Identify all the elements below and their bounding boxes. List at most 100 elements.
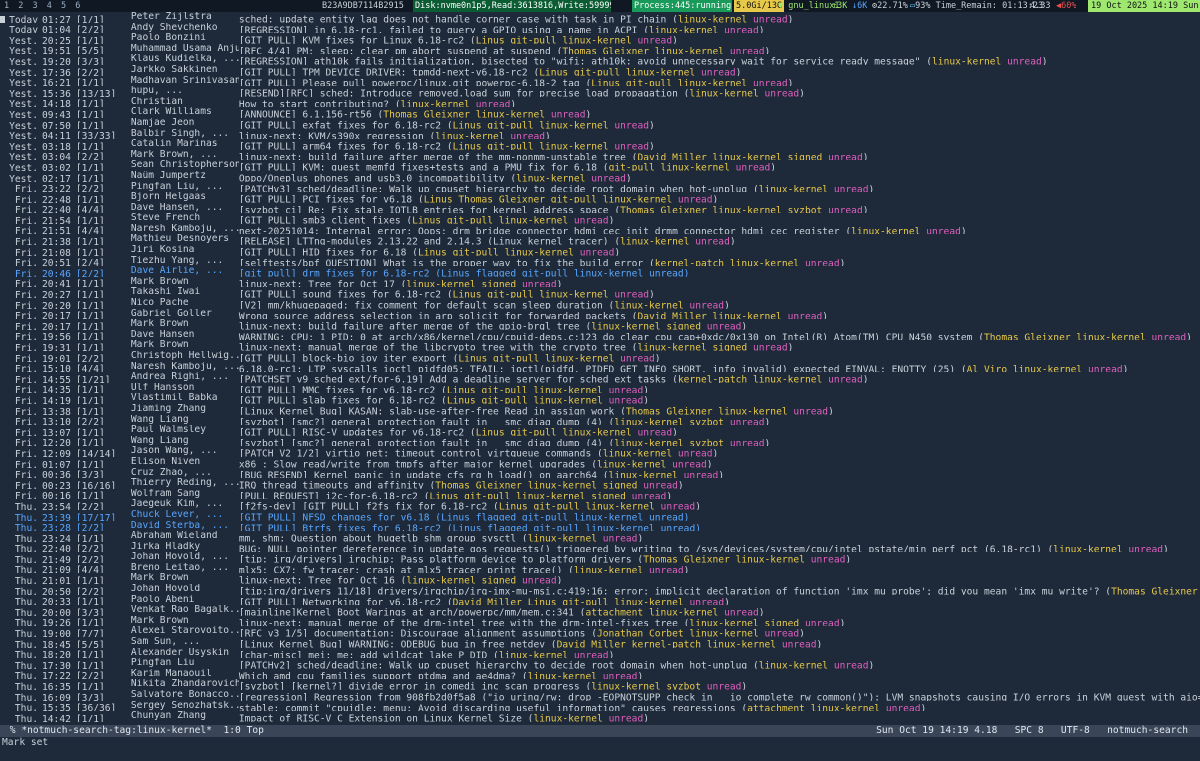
thread-row[interactable]: Yest. 15:36 [13/13] hupu, ... [RESEND][RFC] …: [0, 86, 1200, 97]
thread-subject: [GIT PULL] TPM DEVICE DRIVER: tpmdd-next…: [238, 67, 540, 76]
thread-row[interactable]: Yest. 03:18 [1/1] Catalin Marinas [GIT PULL]…: [0, 139, 1200, 150]
thread-row[interactable]: Yest. 17:36 [2/2] Jarkko Sakkinen [GIT PULL]…: [0, 65, 1200, 76]
thread-date: Thu.: [14, 512, 38, 521]
thread-row[interactable]: Fri. 00:23 [16/16] Thierry Reding, ...IRQ t…: [0, 478, 1200, 489]
thread-count: [5/5]: [75, 46, 105, 55]
thread-row[interactable]: Fri. 01:07 [1/1] Elison Niven x86 : Slow rea…: [0, 457, 1200, 468]
thread-row[interactable]: Thu. 22:40 [2/2] Jirka Hladky BUG: NULL poin…: [0, 542, 1200, 553]
thread-row[interactable]: Thu. 23:24 [1/1] Abraham Wieland mm, shm: Qu…: [0, 531, 1200, 542]
thread-row[interactable]: Yest. 19:51 [5/5] Muhammad Usama Anjum[RFC …: [0, 44, 1200, 55]
thread-row[interactable]: Yest. 03:02 [1/1] Sean Christopherson[GIT P…: [0, 160, 1200, 171]
thread-subject: [GIT PULL] PCI fixes for v6.18 (: [238, 194, 424, 203]
thread-tags-close: ): [735, 67, 742, 76]
thread-time: 21:08: [42, 247, 71, 256]
workspace-6[interactable]: 6: [73, 0, 82, 12]
thread-row[interactable]: Thu. 17:22 [2/2] Karim Manaouil Which amd cp…: [0, 669, 1200, 680]
thread-row[interactable]: Fri. 22:40 [4/4] Dave Hansen, ... [syzbot ci…: [0, 203, 1200, 214]
thread-tags-close: ): [787, 78, 794, 87]
thread-row[interactable]: Fri. 20:17 [1/1] Mark Brown linux-next: buil…: [0, 319, 1200, 330]
thread-row[interactable]: Yest. 14:18 [1/1] Christian How to start con…: [0, 97, 1200, 108]
thread-row[interactable]: Thu. 20:50 [2/2] Johan Hovold [tip:irq/drive…: [0, 584, 1200, 595]
thread-row[interactable]: Thu. 23:28 [2/2] David Sterba, ... [GIT PULL…: [0, 521, 1200, 532]
thread-row[interactable]: Thu. 23:54 [2/2] Jaegeuk Kim, ... [f2fs-dev]…: [0, 499, 1200, 510]
thread-subject: mlx5: CX7: fw_tracer: crash at mlx5_trac…: [238, 565, 574, 574]
thread-date: Yest.: [9, 46, 38, 55]
thread-row[interactable]: Fri. 20:20 [1/1] Nico Pache [V2] mm/khugepag…: [0, 298, 1200, 309]
thread-row[interactable]: Yest. 02:17 [1/1] Naüm Jumpertz Oppo/Oneplus…: [0, 171, 1200, 182]
thread-row[interactable]: Fri. 19:31 [1/1] Mark Brown linux-next: manu…: [0, 340, 1200, 351]
thread-row[interactable]: Fri. 14:19 [1/1] Vlastimil Babka [GIT PULL] …: [0, 393, 1200, 404]
thread-row[interactable]: Thu. 21:09 [4/4] Breno Leitao, ... mlx5: CX7…: [0, 563, 1200, 574]
thread-row[interactable]: Fri. 19:56 [1/1] Dave Hansen WARNING: CPU: 1…: [0, 330, 1200, 341]
thread-row[interactable]: Fri. 22:48 [1/1] Bjorn Helgaas [GIT PULL] PC…: [0, 192, 1200, 203]
thread-count: [5/5]: [75, 639, 105, 648]
thread-row[interactable]: Fri. 21:51 [4/4] Naresh Kamboju, ...next-20…: [0, 224, 1200, 235]
thread-row[interactable]: Fri. 20:51 [2/4] Tiezhu Yang, ... [selftests…: [0, 256, 1200, 267]
thread-time: 07:50: [42, 120, 71, 129]
thread-row[interactable]: Thu. 20:00 [3/3] Venkat Rao Bagalk...[mainl…: [0, 605, 1200, 616]
thread-row[interactable]: Fri. 20:27 [1/1] Takashi Iwai [GIT PULL] sou…: [0, 287, 1200, 298]
thread-row[interactable]: Fri. 21:54 [1/1] Steve French [GIT PULL] smb…: [0, 213, 1200, 224]
thread-row[interactable]: Thu. 16:09 [3/3] Salvatore Bonacco...[regre…: [0, 690, 1200, 701]
thread-row[interactable]: Thu. 20:33 [1/1] Paolo Abeni [GIT PULL] Netw…: [0, 595, 1200, 606]
thread-row[interactable]: Thu. 21:49 [2/2] Johan Hovold, ... [tip: irq…: [0, 552, 1200, 563]
thread-row[interactable]: Yest. 03:04 [2/2] Mark Brown, ... linux-next…: [0, 150, 1200, 161]
thread-row[interactable]: Thu. 18:45 [5/5] Sam Sun, ... [Linux Kernel …: [0, 637, 1200, 648]
thread-row[interactable]: Thu. 14:42 [1/1] Chunyan Zhang Impact of RIS…: [0, 711, 1200, 722]
thread-row[interactable]: Fri. 13:38 [1/1] Jiaming Zhang [Linux Kernel…: [0, 404, 1200, 415]
thread-row[interactable]: Fri. 20:17 [1/1] Gabriel Goller Wrong source…: [0, 309, 1200, 320]
thread-row[interactable]: Fri. 13:10 [2/2] Wang Liang [syzbot] [smc?] …: [0, 415, 1200, 426]
thread-unread-tag: unread: [510, 131, 546, 140]
thread-row[interactable]: Today 01:04 [2/2] Andy Shevchenko [REGRESSIO…: [0, 23, 1200, 34]
thread-row[interactable]: Yest. 07:50 [1/1] Namjae Jeon [GIT PULL] exf…: [0, 118, 1200, 129]
thread-row[interactable]: Today 01:27 [1/1] Peter Zijlstra sched: upda…: [0, 12, 1200, 23]
thread-row[interactable]: Thu. 17:30 [1/1] Pingfan Liu [PATCHv2] sched…: [0, 658, 1200, 669]
thread-row[interactable]: Fri. 00:36 [3/3] Cruz Zhao, ... [BUG RESEND]…: [0, 468, 1200, 479]
thread-row[interactable]: Fri. 15:10 [4/4] Naresh Kamboju, ...6.18.0-…: [0, 362, 1200, 373]
thread-row[interactable]: Yest. 19:20 [3/3] Klaus Kudielka, ...[REGRE…: [0, 54, 1200, 65]
clock[interactable]: 19 Oct 2025 14:19 Sun: [1088, 0, 1200, 12]
thread-date: Yest.: [9, 99, 38, 108]
workspace-2[interactable]: 2: [16, 0, 25, 12]
thread-row[interactable]: Fri. 13:07 [1/1] Paul Walmsley [GIT PULL] RI…: [0, 425, 1200, 436]
thread-row[interactable]: Fri. 00:16 [1/1] Wolfram Sang [PULL REQUEST]…: [0, 489, 1200, 500]
thread-row[interactable]: Thu. 15:35 [36/36] Sergey Senozhatsk...stab…: [0, 701, 1200, 712]
thread-unread-tag: unread: [521, 576, 557, 585]
thread-row[interactable]: Yest. 04:11 [33/33] Balbir Singh, ... linux-…: [0, 129, 1200, 140]
thread-row[interactable]: Thu. 19:00 [7/7] Alexei Starovoito...[RFC v…: [0, 626, 1200, 637]
thread-date: Fri.: [14, 374, 38, 383]
thread-row[interactable]: Fri. 14:35 [1/1] Ulf Hansson [GIT PULL] MMC …: [0, 383, 1200, 394]
thread-tags-close: ): [556, 576, 563, 585]
thread-date: Fri.: [14, 194, 38, 203]
workspace-buttons[interactable]: 1 2 3 4 5 6: [2, 0, 82, 12]
workspace-3[interactable]: 3: [31, 0, 40, 12]
thread-row[interactable]: Yest. 16:21 [1/1] Madhavan Srinivasan[GIT P…: [0, 76, 1200, 87]
workspace-4[interactable]: 4: [45, 0, 54, 12]
thread-time: 20:27: [42, 290, 71, 299]
thread-tags: linux-kernel signed: [406, 279, 517, 288]
thread-row[interactable]: Fri. 21:08 [1/1] Jiri Kosina [GIT PULL] HID …: [0, 245, 1200, 256]
thread-unread-tag: unread: [591, 173, 626, 182]
thread-row[interactable]: Fri. 23:22 [2/2] Pingfan Liu, ... [PATCHv3] …: [0, 182, 1200, 193]
thread-row[interactable]: Thu. 23:39 [17/17] Chuck Lever, ... [GIT PUL…: [0, 510, 1200, 521]
thread-row[interactable]: Fri. 12:20 [1/1] Wang Liang [syzbot] [smc?] …: [0, 436, 1200, 447]
thread-row[interactable]: Thu. 16:35 [1/1] Nikita Zhandarovich[syzbot…: [0, 679, 1200, 690]
thread-row[interactable]: Fri. 12:09 [14/14] Jason Wang, ... [PATCH V2…: [0, 446, 1200, 457]
workspace-1[interactable]: 1: [2, 0, 11, 12]
workspace-5[interactable]: 5: [59, 0, 68, 12]
thread-date: Thu.: [14, 650, 38, 659]
thread-row[interactable]: Fri. 19:01 [2/2] Christoph Hellwig...[GIT P…: [0, 351, 1200, 362]
thread-time: 21:54: [42, 215, 71, 224]
thread-row[interactable]: Fri. 20:46 [2/2] Dave Airlie, ... [git pull]…: [0, 266, 1200, 277]
volume-value: 60%: [1061, 1, 1077, 11]
thread-row[interactable]: Yest. 20:25 [1/1] Paolo Bonzini [GIT PULL] K…: [0, 33, 1200, 44]
thread-row[interactable]: Thu. 18:20 [1/1] Alexander Usyskin [char-mis…: [0, 648, 1200, 659]
thread-row[interactable]: Fri. 14:55 [1/21] Andrea Righi, ... [PATCHSE…: [0, 372, 1200, 383]
thread-row[interactable]: Thu. 21:01 [1/1] Mark Brown linux-next: Tree…: [0, 573, 1200, 584]
notmuch-search-buffer[interactable]: Today 01:27 [1/1] Peter Zijlstra sched: upda…: [0, 12, 1200, 725]
thread-row[interactable]: Thu. 19:26 [1/1] Mark Brown linux-next: manu…: [0, 616, 1200, 627]
thread-row[interactable]: Fri. 21:38 [1/1] Mathieu Desnoyers [RELEASE]…: [0, 234, 1200, 245]
thread-time: 20:46: [42, 268, 71, 277]
thread-row[interactable]: Yest. 09:43 [1/1] Clark Williams [ANNOUNCE] …: [0, 107, 1200, 118]
thread-row[interactable]: Fri. 20:41 [1/1] Mark Brown linux-next: Tree…: [0, 277, 1200, 288]
